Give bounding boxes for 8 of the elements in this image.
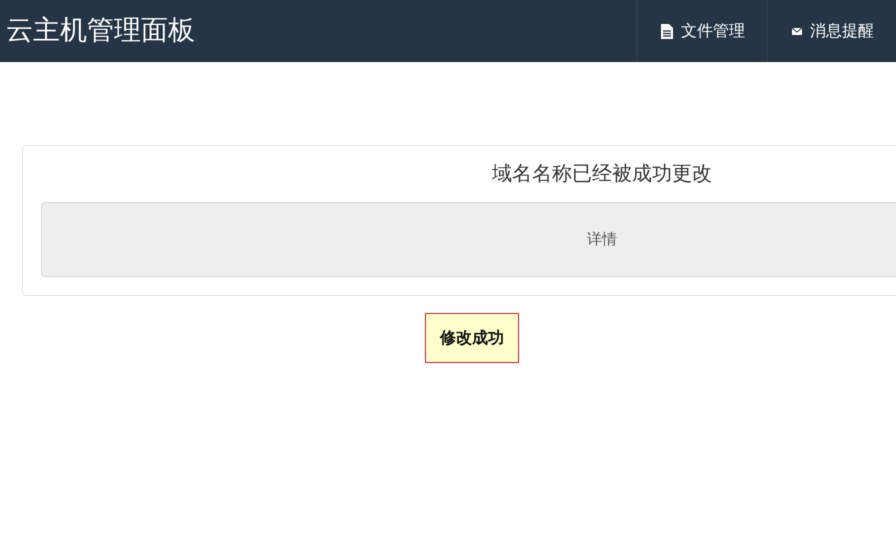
app-title: 云主机管理面板 <box>5 14 195 48</box>
file-manager-link[interactable]: 文件管理 <box>636 0 767 62</box>
envelope-icon <box>792 28 802 34</box>
details-section: 详情 <box>41 202 896 277</box>
success-notice: 修改成功 <box>425 313 519 363</box>
panel-title: 域名名称已经被成功更改 <box>491 160 713 187</box>
messages-link[interactable]: 消息提醒 <box>767 0 896 62</box>
document-icon <box>661 24 673 38</box>
